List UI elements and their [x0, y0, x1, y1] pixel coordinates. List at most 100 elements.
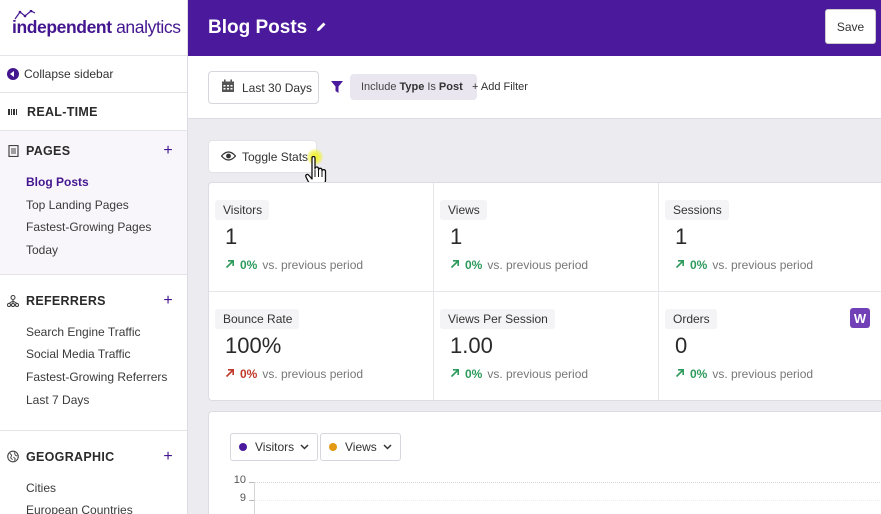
stat-value: 1	[225, 224, 238, 249]
active-filter-chip[interactable]: Include Type Is Post	[350, 74, 477, 100]
trend-up-arrow-icon	[225, 367, 235, 381]
add-report-plus-icon[interactable]: +	[163, 142, 173, 160]
toggle-stats-button[interactable]: Toggle Stats	[208, 140, 317, 173]
date-range-label: Last 30 Days	[242, 80, 313, 95]
filter-chip-field: Type	[399, 81, 425, 93]
y-tick-label: 9	[239, 492, 246, 504]
stat-card-visitors: Visitors 1 0% vs. previous period	[209, 183, 434, 292]
stat-change-suffix: vs. previous period	[487, 367, 589, 381]
series-label: Views	[345, 440, 377, 454]
stat-change-suffix: vs. previous period	[487, 258, 589, 272]
sidebar-section-header[interactable]: GEOGRAPHIC +	[0, 437, 187, 477]
trend-up-arrow-icon	[675, 367, 685, 381]
sidebar-item-realtime[interactable]: REAL-TIME	[0, 93, 187, 131]
sidebar-section-header[interactable]: REFERRERS +	[0, 281, 187, 321]
logo-spark-icon	[14, 10, 36, 20]
series-label: Visitors	[255, 440, 295, 454]
sidebar-item-european-countries[interactable]: European Countries	[0, 499, 187, 514]
stat-value: 100%	[225, 333, 282, 358]
section-title: PAGES	[26, 144, 71, 158]
stat-change-percent: 0%	[240, 367, 258, 381]
filter-bar: Last 30 Days Include Type Is Post + Add …	[188, 56, 881, 119]
stat-label: Visitors	[215, 200, 270, 220]
eye-icon	[220, 150, 237, 164]
add-filter-button[interactable]: + Add Filter	[472, 81, 528, 93]
filter-funnel-icon[interactable]	[331, 81, 343, 99]
sidebar-section-pages: PAGES + Blog Posts Top Landing Pages Fas…	[0, 131, 187, 275]
logo-bold: independent	[12, 17, 112, 37]
series-select-views[interactable]: Views	[320, 433, 401, 461]
stat-change: 0% vs. previous period	[450, 367, 658, 381]
trend-up-arrow-icon	[450, 258, 460, 272]
section-title: REFERRERS	[26, 293, 106, 308]
collapse-sidebar-button[interactable]: Collapse sidebar	[0, 56, 187, 93]
woocommerce-badge-icon: W	[850, 308, 870, 328]
stats-grid: Visitors 1 0% vs. previous period Views 1 0% vs…	[208, 182, 881, 401]
sidebar: independent analytics Collapse sidebar R…	[0, 0, 188, 514]
stat-change: 0% vs. previous period	[675, 367, 881, 381]
logo-text: independent analytics	[12, 17, 181, 38]
y-tick-label: 10	[233, 474, 246, 486]
stat-change: 0% vs. previous period	[225, 367, 433, 381]
realtime-label: REAL-TIME	[27, 104, 98, 119]
stat-value: 0	[675, 333, 688, 358]
series-select-visitors[interactable]: Visitors	[230, 433, 319, 461]
gridline	[254, 482, 881, 483]
stat-change-suffix: vs. previous period	[262, 367, 364, 381]
stat-change: 0% vs. previous period	[450, 258, 658, 272]
network-icon	[7, 294, 19, 307]
add-report-plus-icon[interactable]: +	[163, 448, 173, 466]
sidebar-item-social-media-traffic[interactable]: Social Media Traffic	[0, 343, 187, 366]
filter-chip-operator: Is	[427, 81, 436, 93]
stat-card-views: Views 1 0% vs. previous period	[434, 183, 659, 292]
logo-light: analytics	[111, 17, 181, 37]
sidebar-item-last-7-days[interactable]: Last 7 Days	[0, 389, 187, 412]
stat-label: Bounce Rate	[215, 309, 300, 329]
realtime-bars-icon	[8, 108, 17, 115]
chevron-down-icon	[383, 442, 392, 453]
trend-up-arrow-icon	[450, 367, 460, 381]
sidebar-item-top-landing-pages[interactable]: Top Landing Pages	[0, 194, 187, 217]
stat-label: Sessions	[665, 200, 729, 220]
sidebar-item-today[interactable]: Today	[0, 239, 187, 262]
stat-change: 0% vs. previous period	[225, 258, 433, 272]
calendar-icon	[221, 79, 235, 96]
stat-card-bounce-rate: Bounce Rate 100% 0% vs. previous period	[209, 292, 434, 401]
stat-change-suffix: vs. previous period	[712, 258, 814, 272]
chart-panel: Visitors Views 10 9	[208, 411, 881, 514]
stat-change-percent: 0%	[690, 367, 708, 381]
collapse-sidebar-label: Collapse sidebar	[24, 67, 114, 81]
save-button[interactable]: Save	[825, 9, 876, 44]
sidebar-section-header[interactable]: PAGES +	[0, 131, 187, 171]
filter-chip-prefix: Include	[361, 81, 397, 93]
stat-change-percent: 0%	[465, 367, 483, 381]
date-range-button[interactable]: Last 30 Days	[208, 71, 319, 104]
stat-change-suffix: vs. previous period	[262, 258, 364, 272]
sidebar-item-cities[interactable]: Cities	[0, 477, 187, 500]
logo[interactable]: independent analytics	[0, 0, 187, 56]
collapse-arrow-icon	[7, 68, 19, 80]
stat-value: 1	[675, 224, 688, 249]
filter-chip-value: Post	[438, 81, 463, 93]
sidebar-section-referrers: REFERRERS + Search Engine Traffic Social…	[0, 281, 187, 431]
edit-title-pencil-icon[interactable]	[315, 21, 327, 36]
stat-label: Views Per Session	[440, 309, 555, 329]
stat-label: Orders	[665, 309, 717, 329]
stat-change-percent: 0%	[690, 258, 708, 272]
series-color-dot	[329, 443, 337, 451]
stat-card-views-per-session: Views Per Session 1.00 0% vs. previous peri…	[434, 292, 659, 401]
stat-value: 1.00	[450, 333, 493, 358]
gridline	[254, 500, 881, 501]
add-report-plus-icon[interactable]: +	[163, 292, 173, 310]
series-color-dot	[239, 443, 247, 451]
stat-change-percent: 0%	[465, 258, 483, 272]
page-title: Blog Posts	[208, 17, 308, 38]
sidebar-item-search-engine-traffic[interactable]: Search Engine Traffic	[0, 321, 187, 344]
chevron-down-icon	[300, 442, 309, 453]
stat-change: 0% vs. previous period	[675, 258, 881, 272]
sidebar-item-fastest-growing-referrers[interactable]: Fastest-Growing Referrers	[0, 366, 187, 389]
sidebar-item-blog-posts[interactable]: Blog Posts	[0, 171, 187, 194]
stat-change-percent: 0%	[240, 258, 258, 272]
stat-card-sessions: Sessions 1 0% vs. previous period	[659, 183, 881, 292]
sidebar-item-fastest-growing-pages[interactable]: Fastest-Growing Pages	[0, 216, 187, 239]
